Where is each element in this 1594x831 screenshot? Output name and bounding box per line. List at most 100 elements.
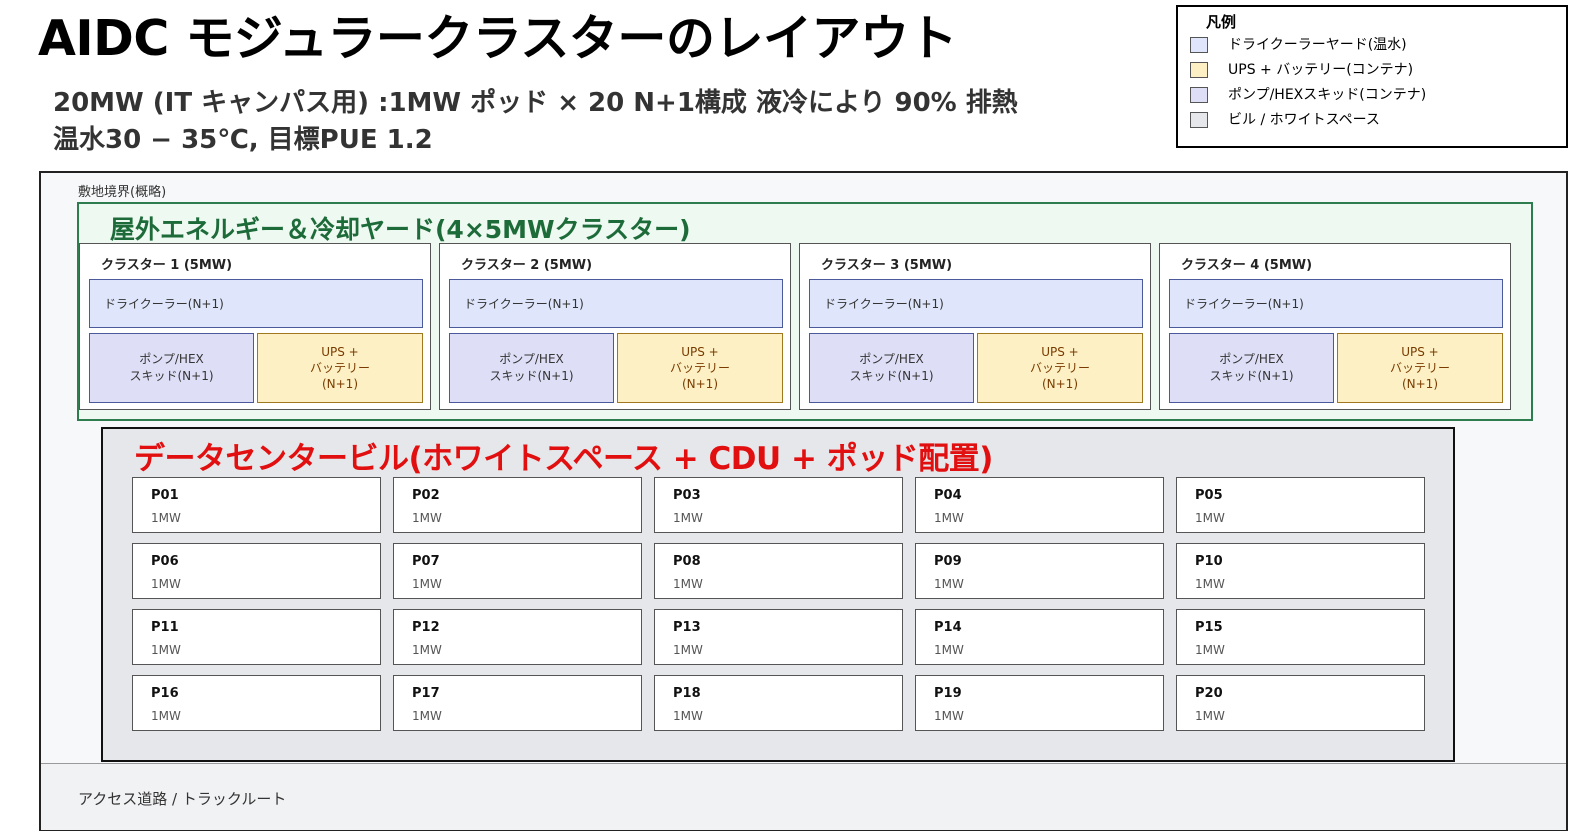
- dry-cooler-label: ドライクーラー(N+1): [824, 297, 944, 311]
- dry-cooler-label: ドライクーラー(N+1): [464, 297, 584, 311]
- pod-tile: P05 1MW: [1176, 477, 1425, 533]
- datacenter-title: データセンタービル(ホワイトスペース + CDU + ポッド配置): [134, 441, 993, 477]
- pod-capacity: 1MW: [1195, 511, 1225, 525]
- pod-capacity: 1MW: [673, 643, 703, 657]
- dry-cooler-block: ドライクーラー(N+1): [1169, 279, 1503, 328]
- legend-swatch: [1190, 62, 1208, 78]
- pod-tile: P20 1MW: [1176, 675, 1425, 731]
- pod-name: P19: [934, 686, 962, 701]
- access-road-label: アクセス道路 / トラックルート: [78, 790, 287, 808]
- pod-capacity: 1MW: [151, 643, 181, 657]
- pod-tile: P02 1MW: [393, 477, 642, 533]
- ups-battery-block: UPS + バッテリー (N+1): [1337, 333, 1503, 403]
- pod-name: P07: [412, 554, 440, 569]
- pod-tile: P15 1MW: [1176, 609, 1425, 665]
- pod-name: P17: [412, 686, 440, 701]
- pod-tile: P08 1MW: [654, 543, 903, 599]
- pod-capacity: 1MW: [934, 709, 964, 723]
- cluster-title: クラスター 4 (5MW): [1181, 258, 1313, 273]
- pod-tile: P06 1MW: [132, 543, 381, 599]
- cluster-title: クラスター 2 (5MW): [461, 258, 593, 273]
- legend-swatch: [1190, 37, 1208, 53]
- pump-hex-skid-block: ポンプ/HEX スキッド(N+1): [1169, 333, 1334, 403]
- pod-capacity: 1MW: [934, 643, 964, 657]
- pod-capacity: 1MW: [934, 577, 964, 591]
- dry-cooler-block: ドライクーラー(N+1): [89, 279, 423, 328]
- pod-name: P10: [1195, 554, 1223, 569]
- pod-name: P18: [673, 686, 701, 701]
- cluster-2: クラスター 2 (5MW) ドライクーラー(N+1) ポンプ/HEX スキッド(…: [439, 243, 791, 410]
- ups-battery-block: UPS + バッテリー (N+1): [617, 333, 783, 403]
- cluster-title: クラスター 1 (5MW): [101, 258, 233, 273]
- pod-capacity: 1MW: [1195, 577, 1225, 591]
- pod-name: P02: [412, 488, 440, 503]
- pod-name: P11: [151, 620, 179, 635]
- ups-battery-block: UPS + バッテリー (N+1): [257, 333, 423, 403]
- pod-capacity: 1MW: [934, 511, 964, 525]
- pod-capacity: 1MW: [1195, 643, 1225, 657]
- pod-tile: P03 1MW: [654, 477, 903, 533]
- pump-hex-skid-block: ポンプ/HEX スキッド(N+1): [449, 333, 614, 403]
- pod-tile: P09 1MW: [915, 543, 1164, 599]
- pod-name: P08: [673, 554, 701, 569]
- dry-cooler-label: ドライクーラー(N+1): [1184, 297, 1304, 311]
- pump-hex-skid-block: ポンプ/HEX スキッド(N+1): [89, 333, 254, 403]
- pod-capacity: 1MW: [412, 511, 442, 525]
- pod-capacity: 1MW: [673, 511, 703, 525]
- pod-capacity: 1MW: [151, 511, 181, 525]
- pod-tile: P16 1MW: [132, 675, 381, 731]
- pod-tile: P17 1MW: [393, 675, 642, 731]
- pod-capacity: 1MW: [673, 709, 703, 723]
- pod-name: P14: [934, 620, 962, 635]
- pod-tile: P13 1MW: [654, 609, 903, 665]
- pod-capacity: 1MW: [673, 577, 703, 591]
- pod-tile: P04 1MW: [915, 477, 1164, 533]
- legend-item-label: ドライクーラーヤード(温水): [1228, 37, 1407, 53]
- access-road: アクセス道路 / トラックルート: [41, 763, 1566, 830]
- site-boundary-label: 敷地境界(概略): [78, 185, 167, 200]
- cluster-title: クラスター 3 (5MW): [821, 258, 953, 273]
- pod-tile: P18 1MW: [654, 675, 903, 731]
- pod-tile: P11 1MW: [132, 609, 381, 665]
- dry-cooler-block: ドライクーラー(N+1): [809, 279, 1143, 328]
- pod-capacity: 1MW: [412, 709, 442, 723]
- pod-name: P13: [673, 620, 701, 635]
- cluster-3: クラスター 3 (5MW) ドライクーラー(N+1) ポンプ/HEX スキッド(…: [799, 243, 1151, 410]
- pod-name: P01: [151, 488, 179, 503]
- pod-tile: P19 1MW: [915, 675, 1164, 731]
- pod-capacity: 1MW: [151, 709, 181, 723]
- pod-capacity: 1MW: [1195, 709, 1225, 723]
- pod-tile: P07 1MW: [393, 543, 642, 599]
- pod-name: P09: [934, 554, 962, 569]
- pump-hex-skid-block: ポンプ/HEX スキッド(N+1): [809, 333, 974, 403]
- pod-capacity: 1MW: [412, 643, 442, 657]
- yard-title: 屋外エネルギー＆冷却ヤード(4×5MWクラスター): [110, 215, 691, 244]
- legend-item-label: ビル / ホワイトスペース: [1228, 112, 1380, 128]
- pod-capacity: 1MW: [151, 577, 181, 591]
- legend-swatch: [1190, 112, 1208, 128]
- pod-name: P20: [1195, 686, 1223, 701]
- pod-name: P04: [934, 488, 962, 503]
- page-title: AIDC モジュラークラスターのレイアウト: [38, 10, 957, 67]
- cluster-1: クラスター 1 (5MW) ドライクーラー(N+1) ポンプ/HEX スキッド(…: [79, 243, 431, 410]
- cluster-4: クラスター 4 (5MW) ドライクーラー(N+1) ポンプ/HEX スキッド(…: [1159, 243, 1511, 410]
- pod-name: P12: [412, 620, 440, 635]
- legend-swatch: [1190, 87, 1208, 103]
- pod-tile: P12 1MW: [393, 609, 642, 665]
- page-subtitle-line1: 20MW (IT キャンパス用) :1MW ポッド × 20 N+1構成 液冷に…: [53, 88, 1018, 118]
- ups-battery-block: UPS + バッテリー (N+1): [977, 333, 1143, 403]
- pod-name: P03: [673, 488, 701, 503]
- energy-cooling-yard: 屋外エネルギー＆冷却ヤード(4×5MWクラスター) クラスター 1 (5MW) …: [77, 202, 1533, 421]
- pod-tile: P01 1MW: [132, 477, 381, 533]
- pod-name: P15: [1195, 620, 1223, 635]
- legend-title: 凡例: [1206, 13, 1237, 31]
- legend-item-label: UPS + バッテリー(コンテナ): [1228, 62, 1414, 78]
- pod-name: P06: [151, 554, 179, 569]
- dry-cooler-label: ドライクーラー(N+1): [104, 297, 224, 311]
- dry-cooler-block: ドライクーラー(N+1): [449, 279, 783, 328]
- page-subtitle-line2: 温水30 − 35℃, 目標PUE 1.2: [53, 125, 433, 155]
- legend: 凡例 ドライクーラーヤード(温水) UPS + バッテリー(コンテナ) ポンプ/…: [1176, 5, 1568, 148]
- pod-tile: P10 1MW: [1176, 543, 1425, 599]
- pod-tile: P14 1MW: [915, 609, 1164, 665]
- pod-capacity: 1MW: [412, 577, 442, 591]
